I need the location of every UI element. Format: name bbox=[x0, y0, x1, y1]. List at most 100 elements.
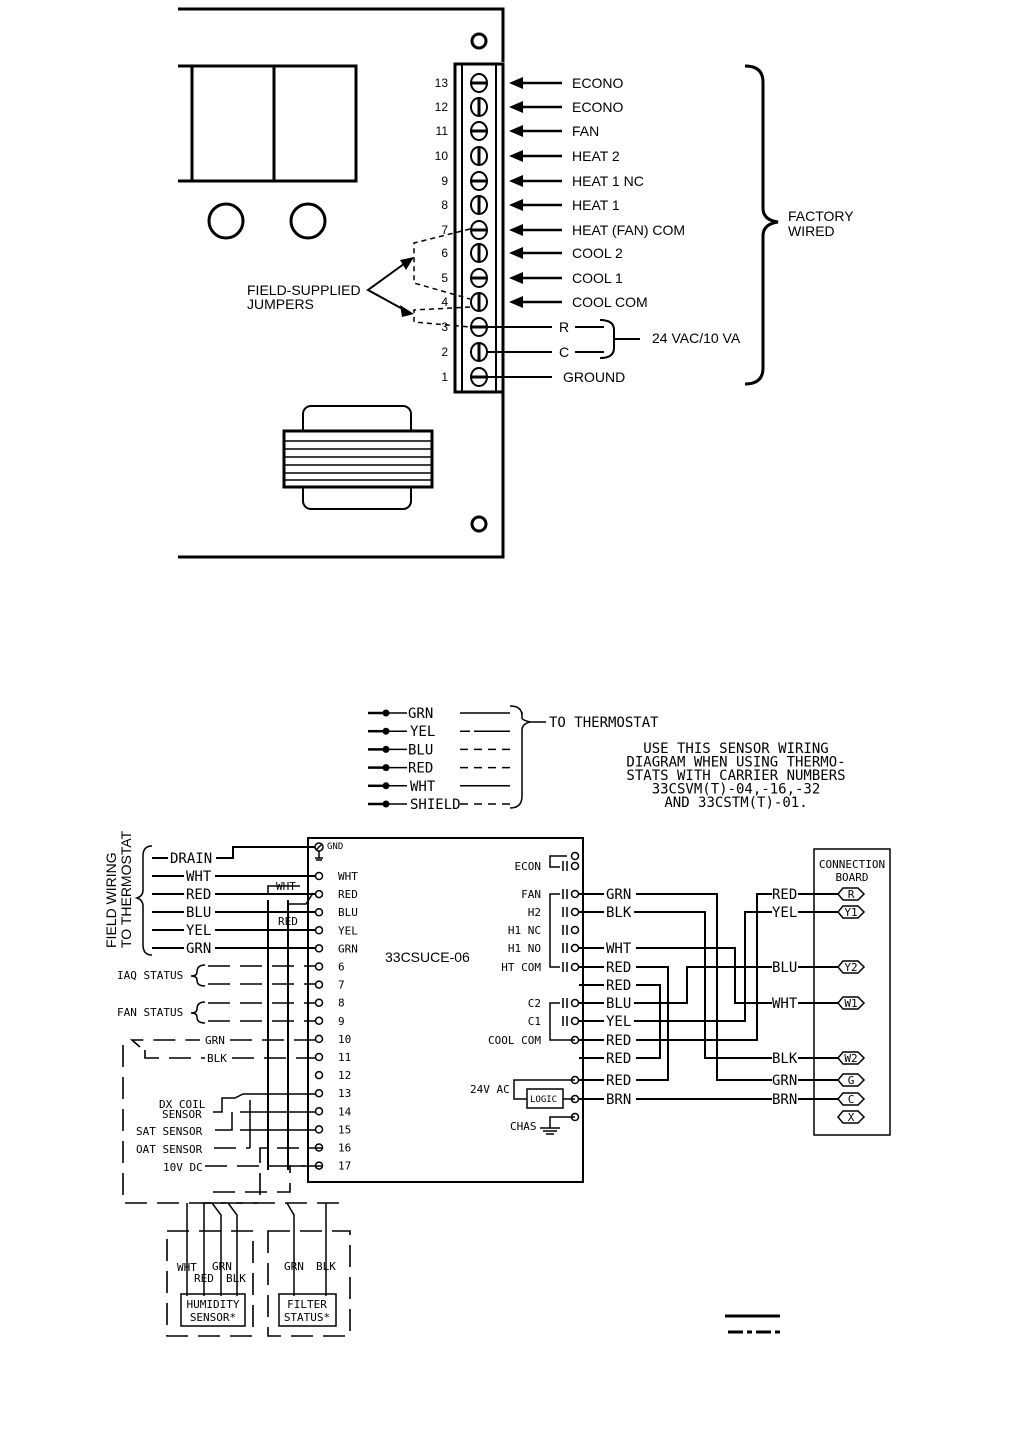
terminal-label: 17 bbox=[338, 1160, 351, 1173]
controller-terminal-8: 8 bbox=[314, 997, 345, 1010]
field-wiring-brace bbox=[134, 845, 153, 956]
mounting-hole-bottom bbox=[470, 515, 488, 533]
contact-label: FAN bbox=[521, 888, 541, 901]
terminal-circle bbox=[314, 1125, 324, 1134]
arrow-left-icon bbox=[509, 272, 523, 284]
output-wire-label: YEL bbox=[606, 1014, 631, 1030]
terminal-label: GROUND bbox=[563, 369, 625, 385]
arrow-left-icon bbox=[509, 150, 523, 162]
arrow-left-icon bbox=[509, 247, 523, 259]
connection-board-title-1: CONNECTION bbox=[819, 858, 885, 871]
contact-label: C2 bbox=[528, 997, 541, 1010]
terminal-label: WHT bbox=[338, 870, 358, 883]
filter-wire-grn: GRN bbox=[284, 1260, 304, 1273]
terminal-circle bbox=[314, 998, 324, 1007]
controller-contact-h1-nc: H1 NC bbox=[508, 924, 580, 937]
contact-label: COOL COM bbox=[488, 1034, 541, 1047]
terminal-8: 8 HEAT 1 bbox=[441, 195, 620, 215]
terminal-circle bbox=[314, 889, 324, 899]
output-wire-wht: WHT bbox=[579, 941, 632, 957]
output-wire-grn: GRN bbox=[579, 887, 631, 903]
legend-wire-label: GRN bbox=[408, 706, 433, 722]
grn-label: GRN bbox=[205, 1034, 225, 1047]
output-wire-red: RED bbox=[579, 960, 631, 976]
terminal-11: 11 FAN bbox=[436, 121, 599, 141]
output-wire-red: RED bbox=[579, 1073, 631, 1089]
contact-label: C1 bbox=[528, 1015, 541, 1028]
legend-wire-grn: GRN bbox=[368, 706, 510, 722]
output-wire-red: RED bbox=[579, 1033, 631, 1049]
terminal-label: 7 bbox=[338, 979, 345, 992]
contact-label: H1 NC bbox=[508, 924, 541, 937]
controller-terminal-15: 15 bbox=[314, 1123, 351, 1136]
legend-wire-yel: YEL bbox=[368, 724, 510, 740]
terminal-label: 8 bbox=[338, 997, 345, 1010]
terminal-circle bbox=[314, 1088, 324, 1098]
legend-wire-blu: BLU bbox=[368, 742, 510, 758]
output-wire-label: BLU bbox=[606, 996, 631, 1012]
terminal-circle bbox=[570, 1016, 580, 1026]
humidity-wire-blk: BLK bbox=[226, 1272, 246, 1285]
wire-end-dot bbox=[382, 709, 390, 717]
terminal-9: 9 HEAT 1 NC bbox=[441, 171, 644, 191]
terminal-label: 13 bbox=[338, 1087, 351, 1100]
terminal-circle bbox=[570, 925, 580, 935]
field-wire-label: DRAIN bbox=[170, 851, 212, 867]
controller-contact-chas: CHAS bbox=[510, 1120, 537, 1133]
terminal-circle bbox=[314, 1016, 324, 1026]
terminal-number: 7 bbox=[441, 223, 448, 237]
terminal-circle bbox=[570, 889, 580, 899]
terminal-label: 11 bbox=[338, 1051, 351, 1064]
terminal-tag-label: W1 bbox=[844, 997, 857, 1010]
terminal-circle bbox=[314, 980, 324, 989]
filter-label-2: STATUS* bbox=[284, 1311, 330, 1324]
arrow-left-icon bbox=[509, 77, 523, 89]
output-wire-label: RED bbox=[606, 960, 631, 976]
terminal-number: 4 bbox=[441, 295, 448, 309]
terminal-circle bbox=[570, 962, 580, 972]
terminal-7: 7 HEAT (FAN) COM bbox=[441, 220, 685, 240]
terminal-circle bbox=[314, 871, 324, 881]
contact-label: CHAS bbox=[510, 1120, 537, 1133]
terminal-label: YEL bbox=[338, 924, 358, 937]
terminal-number: 5 bbox=[441, 271, 448, 285]
cb-wire-label: BRN bbox=[772, 1092, 797, 1108]
terminal-2: 2C bbox=[441, 342, 604, 362]
terminal-label: HEAT 1 NC bbox=[572, 173, 644, 189]
indicator-circle-1 bbox=[207, 202, 245, 240]
terminal-number: 1 bbox=[441, 370, 448, 384]
terminal-label: HEAT (FAN) COM bbox=[572, 222, 685, 238]
logic-label: LOGIC bbox=[530, 1095, 557, 1105]
arrow-left-icon bbox=[509, 175, 523, 187]
terminal-number: 2 bbox=[441, 345, 448, 359]
arrow-left-icon bbox=[509, 125, 523, 137]
note-line: AND 33CSTM(T)-01. bbox=[664, 795, 807, 811]
wire-end-dot bbox=[382, 727, 390, 735]
output-wire-blk: BLK bbox=[579, 905, 632, 921]
terminal-number: 10 bbox=[435, 149, 449, 163]
terminal-label: ECONO bbox=[572, 75, 623, 91]
filter-label-1: FILTER bbox=[287, 1298, 327, 1311]
sat-sensor-label: SAT SENSOR bbox=[136, 1125, 203, 1138]
legend-brace bbox=[509, 705, 546, 809]
wire-end-dot bbox=[382, 745, 390, 753]
legend-wire-label: RED bbox=[408, 761, 433, 777]
cb-wire-label: GRN bbox=[772, 1073, 797, 1089]
cb-terminal-c: C bbox=[837, 1092, 866, 1106]
humidity-label-2: SENSOR* bbox=[190, 1311, 236, 1324]
connection-board-title-2: BOARD bbox=[835, 871, 868, 884]
terminal-number: 8 bbox=[441, 198, 448, 212]
controller-contact-econ: ECON bbox=[515, 860, 580, 873]
terminal-circle bbox=[314, 962, 324, 971]
terminal-number: 6 bbox=[441, 246, 448, 260]
output-wire-label: RED bbox=[606, 1033, 631, 1049]
arrow-left-icon bbox=[509, 224, 523, 236]
terminal-label: 16 bbox=[338, 1142, 351, 1155]
legend-wire-label: BLU bbox=[408, 742, 433, 758]
terminal-label: R bbox=[559, 319, 569, 335]
controller-contact-ht-com: HT COM bbox=[501, 961, 580, 974]
field-wire-label: YEL bbox=[186, 923, 211, 939]
terminal-label: 9 bbox=[338, 1015, 345, 1028]
controller-contact-h1-no: H1 NO bbox=[508, 942, 580, 955]
factory-label-2: WIRED bbox=[788, 223, 835, 239]
